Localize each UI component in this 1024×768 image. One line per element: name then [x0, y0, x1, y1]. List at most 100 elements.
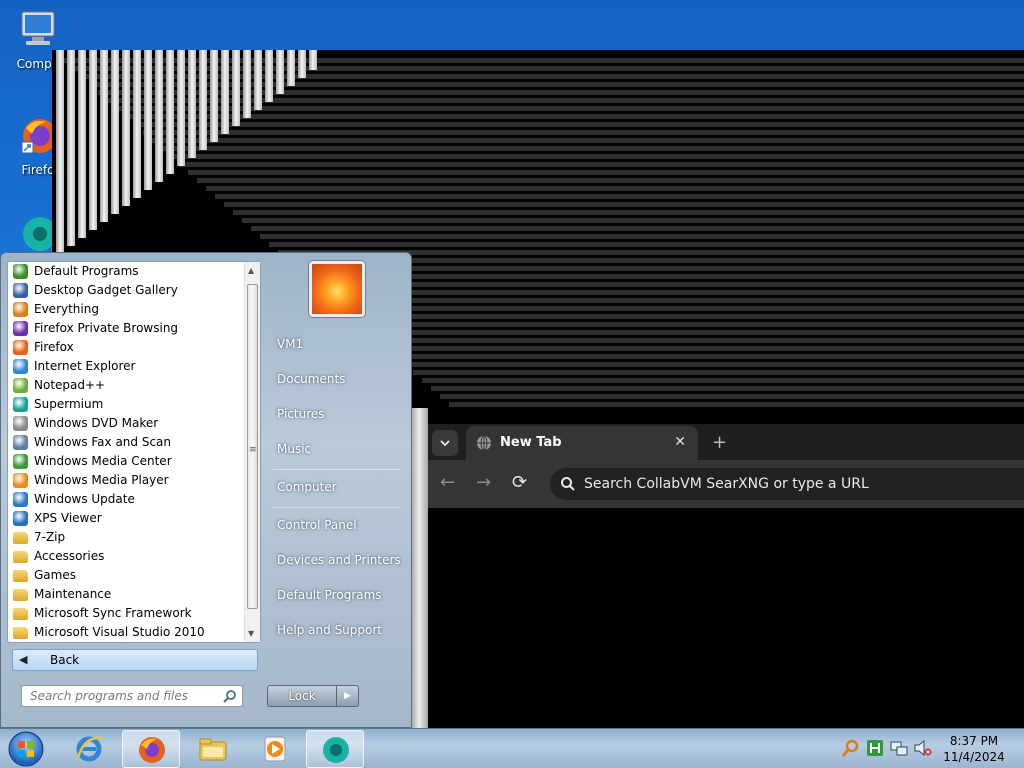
default-programs-icon	[13, 264, 28, 279]
list-item[interactable]: Desktop Gadget Gallery	[8, 281, 244, 300]
list-item[interactable]: Notepad++	[8, 376, 244, 395]
program-label: Internet Explorer	[34, 359, 136, 373]
list-item[interactable]: Firefox	[8, 338, 244, 357]
back-button[interactable]: ←	[440, 472, 455, 493]
program-label: Firefox Private Browsing	[34, 321, 179, 335]
taskbar-clock[interactable]: 8:37 PM 11/4/2024	[936, 733, 1012, 765]
list-item[interactable]: Accessories	[8, 547, 244, 566]
new-tab-button[interactable]: +	[712, 432, 727, 453]
bar-artifact	[144, 50, 152, 190]
taskbar-internet-explorer[interactable]	[60, 730, 118, 768]
list-item[interactable]: Everything	[8, 300, 244, 319]
browser-window[interactable]: New Tab ✕ + ← → ⟳	[410, 408, 1024, 730]
stripe-artifact	[161, 146, 1024, 151]
shutdown-options-arrow[interactable]: ▶	[336, 686, 358, 706]
scroll-up-arrow[interactable]: ▲	[248, 266, 254, 275]
stripe-artifact	[179, 162, 1024, 167]
tab-search-button[interactable]	[432, 430, 458, 456]
list-item[interactable]: Games	[8, 566, 244, 585]
bar-artifact	[243, 50, 251, 118]
clock-date: 11/4/2024	[943, 750, 1005, 764]
program-label: Microsoft Sync Framework	[34, 606, 192, 620]
list-item[interactable]: Windows Fax and Scan	[8, 433, 244, 452]
internet-explorer-icon	[76, 736, 103, 762]
start-search-box[interactable]	[21, 685, 243, 707]
list-item[interactable]: Microsoft Visual Studio 2010	[8, 623, 244, 642]
right-item-user[interactable]: VM1	[277, 337, 303, 351]
bar-artifact	[232, 50, 240, 126]
tab-strip: New Tab ✕ +	[428, 424, 1024, 460]
bar-artifact	[210, 50, 218, 142]
bar-artifact	[276, 50, 284, 94]
right-item-music[interactable]: Music	[277, 442, 311, 456]
scroll-down-arrow[interactable]: ▼	[248, 629, 254, 638]
hardware-tray-icon[interactable]	[866, 739, 884, 757]
start-orb-icon[interactable]	[6, 730, 46, 768]
address-input[interactable]	[584, 473, 1004, 495]
list-item[interactable]: Windows DVD Maker	[8, 414, 244, 433]
stripe-artifact	[305, 274, 1024, 279]
program-label: Firefox	[34, 340, 74, 354]
omnibox[interactable]	[550, 468, 1024, 500]
taskbar-explorer[interactable]	[184, 730, 242, 768]
list-item[interactable]: 7-Zip	[8, 528, 244, 547]
tab-new-tab[interactable]: New Tab ✕	[466, 426, 698, 460]
taskbar-firefox[interactable]	[122, 730, 180, 768]
list-item[interactable]: Firefox Private Browsing	[8, 319, 244, 338]
bar-artifact	[133, 50, 141, 198]
everything-tray-icon[interactable]	[842, 739, 860, 757]
list-item[interactable]: Windows Media Center	[8, 452, 244, 471]
list-item[interactable]: Supermium	[8, 395, 244, 414]
list-item[interactable]: Windows Media Player	[8, 471, 244, 490]
right-item-control-panel[interactable]: Control Panel	[277, 518, 357, 532]
right-item-default-programs[interactable]: Default Programs	[277, 588, 382, 602]
list-item[interactable]: Internet Explorer	[8, 357, 244, 376]
stripe-artifact	[350, 314, 1024, 319]
user-avatar[interactable]	[309, 261, 365, 317]
gadget-gallery-icon	[13, 283, 28, 298]
close-tab-button[interactable]: ✕	[674, 434, 686, 450]
back-button-start[interactable]: ◀ Back	[12, 649, 258, 671]
stripe-artifact	[251, 226, 1024, 231]
stripe-artifact	[143, 130, 1024, 135]
bar-artifact	[111, 50, 119, 214]
right-item-help-support[interactable]: Help and Support	[277, 623, 382, 637]
program-label: Windows Fax and Scan	[34, 435, 172, 449]
program-label: Windows DVD Maker	[34, 416, 159, 430]
network-tray-icon[interactable]	[890, 739, 908, 757]
bar-artifact	[287, 50, 295, 86]
list-item[interactable]: XPS Viewer	[8, 509, 244, 528]
volume-muted-icon[interactable]	[914, 739, 932, 757]
program-label: Desktop Gadget Gallery	[34, 283, 178, 297]
list-item[interactable]: Default Programs	[8, 262, 244, 281]
list-item[interactable]: Maintenance	[8, 585, 244, 604]
taskbar-supermium[interactable]	[306, 730, 364, 768]
right-item-pictures[interactable]: Pictures	[277, 407, 325, 421]
taskbar-media-player[interactable]	[246, 730, 304, 768]
right-item-devices-printers[interactable]: Devices and Printers	[277, 553, 401, 567]
program-label: 7-Zip	[34, 530, 66, 544]
firefox-private-icon	[13, 321, 28, 336]
right-item-documents[interactable]: Documents	[277, 372, 345, 386]
program-label: Games	[34, 568, 76, 582]
forward-button[interactable]: →	[476, 472, 491, 493]
bar-artifact	[122, 50, 130, 206]
program-label: Accessories	[34, 549, 105, 563]
stripe-artifact	[341, 306, 1024, 311]
search-icon	[561, 477, 575, 491]
right-item-computer[interactable]: Computer	[277, 480, 337, 494]
list-item[interactable]: Windows Update	[8, 490, 244, 509]
program-label: Maintenance	[34, 587, 112, 601]
bar-artifact	[100, 50, 108, 222]
windows-update-icon	[13, 492, 28, 507]
folder-icon	[13, 589, 28, 601]
program-list-scrollbar[interactable]: ▲ ≡ ▼	[244, 262, 260, 642]
bar-artifact	[78, 50, 86, 238]
start-search-input[interactable]	[30, 688, 220, 704]
lock-button[interactable]: Lock ▶	[267, 685, 359, 707]
scrollbar-grip: ≡	[249, 445, 257, 455]
list-item[interactable]: Microsoft Sync Framework	[8, 604, 244, 623]
stripe-artifact	[197, 178, 1024, 183]
reload-button[interactable]: ⟳	[512, 472, 527, 493]
stripe-artifact	[449, 402, 1024, 407]
